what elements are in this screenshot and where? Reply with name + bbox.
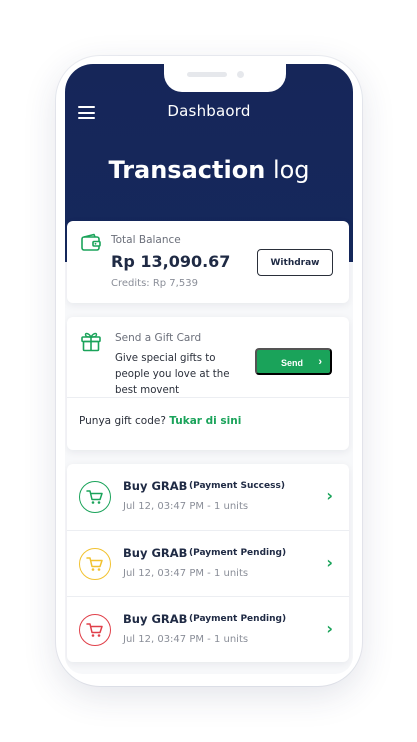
transaction-status: (Payment Pending) (189, 548, 287, 558)
chevron-right-icon: › (318, 356, 322, 368)
transaction-title: Buy GRAB (123, 546, 188, 560)
gift-icon (80, 330, 102, 356)
cart-icon (79, 548, 111, 580)
phone-notch (164, 64, 286, 92)
transaction-title: Buy GRAB (123, 479, 188, 493)
withdraw-button[interactable]: Withdraw (257, 249, 333, 276)
speaker-slot (187, 72, 227, 77)
gift-description: Give special gifts to people you love at… (115, 353, 230, 396)
transaction-meta: Jul 12, 03:47 PM - 1 units (123, 568, 249, 579)
cart-icon (79, 614, 111, 646)
transaction-list: Buy GRAB (Payment Success) Jul 12, 03:47… (67, 464, 349, 662)
gift-card: Send a Gift Card Give special gifts to p… (67, 317, 349, 450)
chevron-right-icon[interactable]: › (326, 553, 333, 572)
credits-text: Credits: Rp 7,539 (111, 278, 198, 289)
redeem-link[interactable]: Tukar di sini (169, 415, 241, 427)
gift-title: Send a Gift Card (115, 332, 202, 344)
chevron-right-icon[interactable]: › (326, 486, 333, 505)
chevron-right-icon[interactable]: › (326, 619, 333, 638)
transaction-status: (Payment Success) (189, 481, 285, 491)
transaction-status: (Payment Pending) (189, 614, 287, 624)
transaction-row[interactable]: Buy GRAB (Payment Pending) Jul 12, 03:47… (67, 596, 349, 662)
page-title: Transaction log (65, 156, 353, 184)
app-screen: Dashbaord Transaction log Total Balance … (65, 64, 353, 674)
gift-code-row: Punya gift code? Tukar di sini (79, 415, 241, 427)
wallet-icon (80, 233, 102, 257)
page-title-light: log (272, 156, 310, 184)
app-title: Dashbaord (167, 102, 251, 120)
gift-code-prompt: Punya gift code? (79, 415, 166, 427)
cart-icon (79, 481, 111, 513)
transaction-meta: Jul 12, 03:47 PM - 1 units (123, 634, 249, 645)
transaction-row[interactable]: Buy GRAB (Payment Pending) Jul 12, 03:47… (67, 530, 349, 596)
send-button-label: Send (281, 358, 304, 368)
balance-amount: Rp 13,090.67 (111, 252, 231, 271)
transaction-row[interactable]: Buy GRAB (Payment Success) Jul 12, 03:47… (67, 464, 349, 530)
transaction-title: Buy GRAB (123, 612, 188, 626)
balance-card: Total Balance Rp 13,090.67 Credits: Rp 7… (67, 221, 349, 303)
camera-dot (237, 71, 244, 78)
balance-label: Total Balance (111, 234, 181, 246)
page-title-bold: Transaction (108, 156, 266, 184)
send-button[interactable]: Send › (255, 348, 332, 375)
divider (67, 397, 349, 398)
transaction-meta: Jul 12, 03:47 PM - 1 units (123, 501, 249, 512)
